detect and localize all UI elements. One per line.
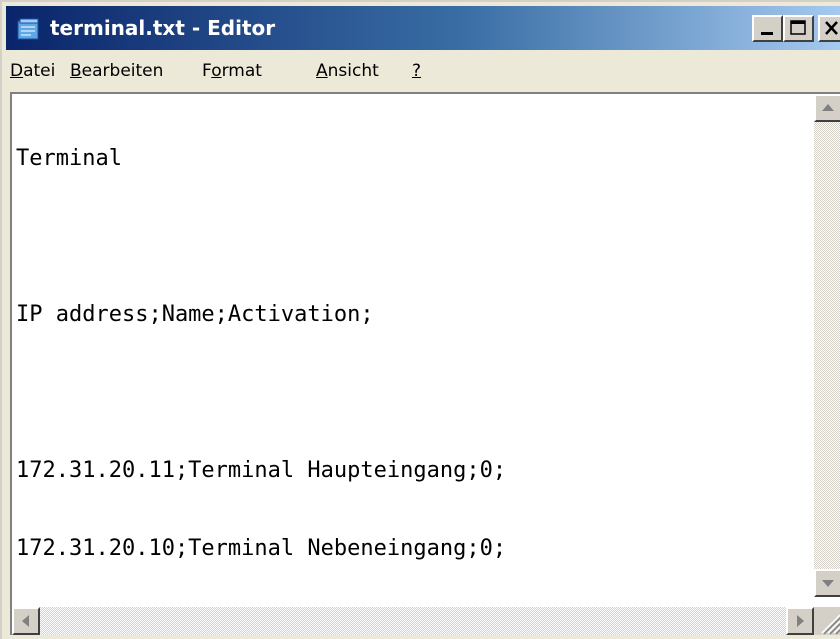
document-text[interactable]: Terminal IP address;Name;Activation; 172… xyxy=(16,94,806,594)
horizontal-scrollbar[interactable] xyxy=(12,607,814,635)
menu-bar: Datei Bearbeiten Format Ansicht ? xyxy=(6,52,840,90)
scroll-left-button[interactable] xyxy=(12,607,40,635)
window-title: terminal.txt - Editor xyxy=(50,16,276,40)
text-line: 172.31.20.11;Terminal Haupteingang;0; xyxy=(16,458,507,483)
text-line xyxy=(16,380,806,406)
menu-datei[interactable]: Datei xyxy=(10,52,55,90)
maximize-icon xyxy=(790,20,806,35)
resize-grip-icon xyxy=(821,614,840,635)
resize-grip[interactable] xyxy=(814,607,840,635)
arrow-right-icon xyxy=(797,615,804,627)
title-bar[interactable]: terminal.txt - Editor xyxy=(6,6,840,50)
scroll-up-button[interactable] xyxy=(814,94,840,122)
arrow-down-icon xyxy=(822,580,834,587)
minimize-icon xyxy=(761,32,773,35)
arrow-left-icon xyxy=(22,615,29,627)
notepad-icon xyxy=(17,18,39,40)
vertical-scrollbar[interactable] xyxy=(814,94,840,597)
maximize-button[interactable] xyxy=(783,15,814,42)
menu-ansicht[interactable]: Ansicht xyxy=(316,52,379,90)
scroll-down-button[interactable] xyxy=(814,569,840,597)
text-line: Terminal xyxy=(16,146,122,171)
window-controls xyxy=(752,15,840,43)
text-line xyxy=(16,224,806,250)
editor-window: terminal.txt - Editor Datei Bearbeiten F… xyxy=(0,0,840,639)
menu-help[interactable]: ? xyxy=(412,52,421,90)
scroll-right-button[interactable] xyxy=(786,607,814,635)
close-button[interactable] xyxy=(818,15,840,42)
arrow-up-icon xyxy=(822,104,834,111)
minimize-button[interactable] xyxy=(752,15,783,42)
close-icon xyxy=(825,21,838,35)
text-line: IP address;Name;Activation; xyxy=(16,302,374,327)
menu-bearbeiten[interactable]: Bearbeiten xyxy=(70,52,163,90)
text-editor[interactable]: Terminal IP address;Name;Activation; 172… xyxy=(10,92,840,635)
text-line: 172.31.20.10;Terminal Nebeneingang;0; xyxy=(16,536,507,561)
menu-format[interactable]: Format xyxy=(202,52,262,90)
